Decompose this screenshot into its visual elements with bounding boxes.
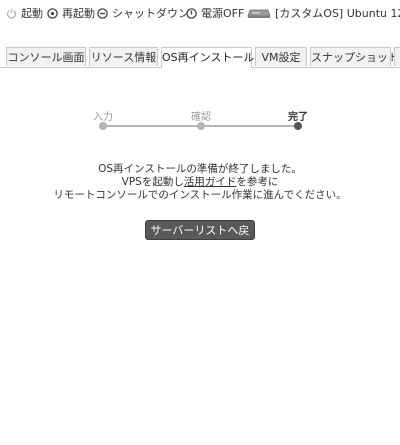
step-label-complete: 完了 — [288, 112, 308, 123]
step-dot-confirm — [197, 122, 205, 130]
server-name: [カスタムOS] Ubuntu 12.04 — [247, 5, 400, 21]
message-line-1: OS再インストールの準備が終了しました。 — [98, 163, 302, 175]
tab-resource-info[interactable]: リソース情報 — [89, 47, 158, 66]
start-label: 起動 — [21, 7, 43, 20]
power-icon — [6, 8, 17, 19]
tab-snapshot[interactable]: スナップショット — [310, 47, 399, 66]
message-line-3: リモートコンソールでのインストール作業に進んでください。 — [53, 189, 347, 201]
message-line-2-prefix: VPSを起動し — [121, 176, 184, 188]
restart-icon — [47, 7, 58, 19]
server-label: [カスタムOS] Ubuntu 12.04 — [275, 7, 400, 20]
message-line-2-suffix: を参考に — [236, 176, 279, 188]
tab-vm-settings[interactable]: VM設定 — [255, 47, 307, 66]
message-line-2: VPSを起動し活用ガイドを参考に — [0, 176, 400, 189]
progress-steps: 入力 確認 完了 — [0, 108, 400, 138]
restart-label: 再起動 — [62, 7, 95, 20]
shutdown-icon — [97, 7, 108, 19]
step-label-confirm: 確認 — [191, 112, 211, 123]
tab-os-reinstall[interactable]: OS再インストール — [161, 47, 254, 68]
step-label-input: 入力 — [93, 112, 113, 123]
step-dot-input — [99, 122, 107, 130]
tab-overflow[interactable] — [394, 47, 400, 66]
start-button[interactable]: 起動 — [6, 5, 43, 21]
guide-link[interactable]: 活用ガイド — [184, 176, 237, 188]
shutdown-label: シャットダウン — [112, 7, 189, 20]
shutdown-button[interactable]: シャットダウン — [97, 5, 189, 21]
step-dot-complete — [294, 122, 302, 130]
completion-message: OS再インストールの準備が終了しました。 VPSを起動し活用ガイドを参考に リモ… — [0, 163, 400, 202]
restart-button[interactable]: 再起動 — [47, 5, 95, 21]
server-icon — [247, 7, 271, 19]
poweroff-label: 電源OFF — [201, 7, 245, 20]
server-toolbar: 起動 再起動 シャットダウン 電源OFF [カスタムOS] Ubuntu 1 — [0, 5, 400, 21]
tab-console[interactable]: コンソール画面 — [6, 47, 86, 66]
poweroff-icon — [186, 7, 197, 19]
tab-bar: コンソール画面 リソース情報 OS再インストール VM設定 スナップショット — [0, 47, 400, 68]
back-to-server-list-button[interactable]: サーバーリストへ戻る — [145, 220, 255, 257]
poweroff-button[interactable]: 電源OFF — [186, 5, 244, 21]
